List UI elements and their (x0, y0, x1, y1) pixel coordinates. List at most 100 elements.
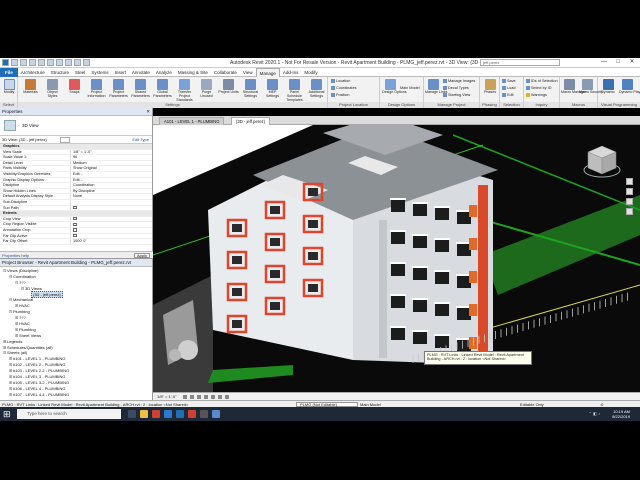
task-view-icon[interactable] (128, 410, 136, 418)
edit-selection-button[interactable]: Edit (502, 92, 514, 98)
panel-schedule-templates-button[interactable]: Panel Schedule Templates (284, 79, 305, 102)
file-explorer-icon[interactable] (140, 410, 148, 418)
orbit-icon[interactable] (626, 198, 633, 205)
lock-view-icon[interactable] (218, 395, 222, 399)
property-value[interactable] (70, 227, 152, 233)
design-options-button[interactable]: Design Options (382, 79, 407, 101)
view-tab[interactable]: A101 - LEVEL 1 - PLUMBING (159, 117, 225, 125)
property-value[interactable]: Edit... (70, 177, 152, 183)
acrobat-icon[interactable] (188, 410, 196, 418)
revit-taskbar-icon[interactable] (176, 410, 184, 418)
tab-add-ins[interactable]: Add-Ins (280, 68, 302, 77)
manage-images-button[interactable]: Manage Images (443, 78, 475, 84)
property-value[interactable]: None (70, 194, 152, 199)
search-input[interactable]: jeff.perez (480, 59, 560, 66)
temporary-hide-icon[interactable] (225, 395, 229, 399)
print-icon[interactable] (56, 59, 63, 66)
tab-analyze[interactable]: Analyze (153, 68, 175, 77)
tab-modify[interactable]: Modify (301, 68, 320, 77)
macro-security-button[interactable]: Macro Security (579, 79, 603, 101)
warnings-button[interactable]: Warnings (526, 92, 547, 98)
browser-node[interactable]: ⊞#107 - LEVEL 4-4 - PLUMBING (0, 392, 152, 398)
materials-button[interactable]: Materials (20, 79, 41, 101)
visual-style-icon[interactable] (190, 395, 194, 399)
global-parameters-button[interactable]: Global Parameters (152, 79, 173, 101)
revit-r-icon[interactable] (212, 410, 220, 418)
dynamo-button[interactable]: Dynamo (600, 79, 616, 101)
close-button[interactable]: ✕ (626, 58, 638, 68)
coordinates-button[interactable]: Coordinates (331, 85, 356, 91)
modify-button[interactable]: Modify (1, 79, 17, 101)
shared-parameters-button[interactable]: Shared Parameters (130, 79, 151, 101)
steering-wheel-icon[interactable] (626, 178, 633, 185)
crop-view-icon[interactable] (211, 395, 215, 399)
purge-unused-button[interactable]: Purge Unused (196, 79, 217, 101)
property-value[interactable]: 96 (70, 155, 152, 160)
dynamo-player-button[interactable]: Dynamo Player (619, 79, 640, 101)
redo-icon[interactable] (47, 59, 54, 66)
property-value[interactable]: Edit... (70, 171, 152, 177)
main-model-select[interactable]: Main Model (400, 85, 420, 91)
macro-manager-button[interactable]: Macro Manager (561, 79, 586, 101)
maximize-button[interactable]: □ (612, 58, 624, 68)
property-value[interactable]: Coordination (70, 183, 152, 188)
position-button[interactable]: Position (331, 92, 350, 98)
tab-manage[interactable]: Manage (255, 67, 280, 77)
snaps-button[interactable]: Snaps (64, 79, 85, 101)
property-checkbox[interactable] (73, 233, 77, 238)
property-value[interactable] (70, 205, 152, 211)
edit-type-button[interactable]: Edit Type (132, 136, 149, 144)
sync-icon[interactable] (29, 59, 36, 66)
starting-view-button[interactable]: Starting View (443, 92, 470, 98)
tab-file[interactable]: File (0, 67, 18, 77)
project-parameters-button[interactable]: Project Parameters (108, 79, 129, 101)
phases-button[interactable]: Phases (482, 79, 498, 101)
tab-annotate[interactable]: Annotate (129, 68, 153, 77)
object-styles-button[interactable]: Object Styles (42, 79, 63, 101)
windows-start-icon[interactable]: ⊞ (3, 409, 13, 419)
property-value[interactable] (70, 199, 152, 205)
save-icon[interactable] (20, 59, 27, 66)
open-icon[interactable] (11, 59, 18, 66)
detail-level-icon[interactable] (183, 395, 187, 399)
system-tray[interactable]: ⌃ ◧ ♪ (589, 411, 600, 416)
manage-links-button[interactable]: Manage Links (425, 79, 447, 101)
property-checkbox[interactable] (73, 222, 77, 227)
ids-of-selection-button[interactable]: IDs of Selection (526, 78, 558, 84)
property-value[interactable] (70, 222, 152, 227)
close-icon[interactable]: ✕ (146, 108, 150, 116)
tab-insert[interactable]: Insert (112, 68, 129, 77)
property-value[interactable] (70, 216, 152, 222)
property-value[interactable] (70, 233, 152, 239)
property-checkbox[interactable] (73, 205, 77, 210)
pan-icon[interactable] (626, 208, 633, 215)
load-selection-button[interactable]: Load (502, 85, 515, 91)
measure-icon[interactable] (65, 59, 72, 66)
outlook-icon[interactable] (164, 410, 172, 418)
instance-filter[interactable]: 3D View: {3D - jeff.perez} Edit Type (0, 136, 152, 144)
select-by-id-button[interactable]: Select by ID (526, 85, 551, 91)
taskbar-clock[interactable]: 10:19 AM 8/22/2019 (612, 409, 630, 419)
view-tab[interactable]: {3D - jeff.perez} (231, 117, 271, 125)
minimize-button[interactable]: — (598, 58, 610, 68)
project-information-button[interactable]: Project Information (86, 79, 107, 101)
app-icon[interactable] (200, 410, 208, 418)
additional-settings-button[interactable]: Additional Settings (306, 79, 327, 101)
tab-systems[interactable]: Systems (88, 68, 111, 77)
tab-massing-site[interactable]: Massing & Site (175, 68, 211, 77)
revit-logo-icon[interactable] (2, 59, 9, 66)
mep-settings-button[interactable]: MEP Settings (262, 79, 283, 101)
viewcube[interactable] (580, 140, 624, 184)
property-value[interactable]: 1/8" = 1'-0" (70, 149, 152, 155)
shadows-icon[interactable] (204, 395, 208, 399)
property-checkbox[interactable] (73, 216, 77, 221)
decal-types-button[interactable]: Decal Types (443, 85, 469, 91)
type-selector[interactable]: 3D View (0, 116, 152, 136)
save-selection-button[interactable]: Save (502, 78, 516, 84)
property-value[interactable]: Medium (70, 160, 152, 166)
project-units-button[interactable]: Project Units (218, 79, 239, 101)
3d-viewport[interactable] (153, 125, 640, 392)
tab-steel[interactable]: Steel (72, 68, 88, 77)
tab-architecture[interactable]: Architecture (18, 68, 48, 77)
location-button[interactable]: Location (331, 78, 350, 84)
